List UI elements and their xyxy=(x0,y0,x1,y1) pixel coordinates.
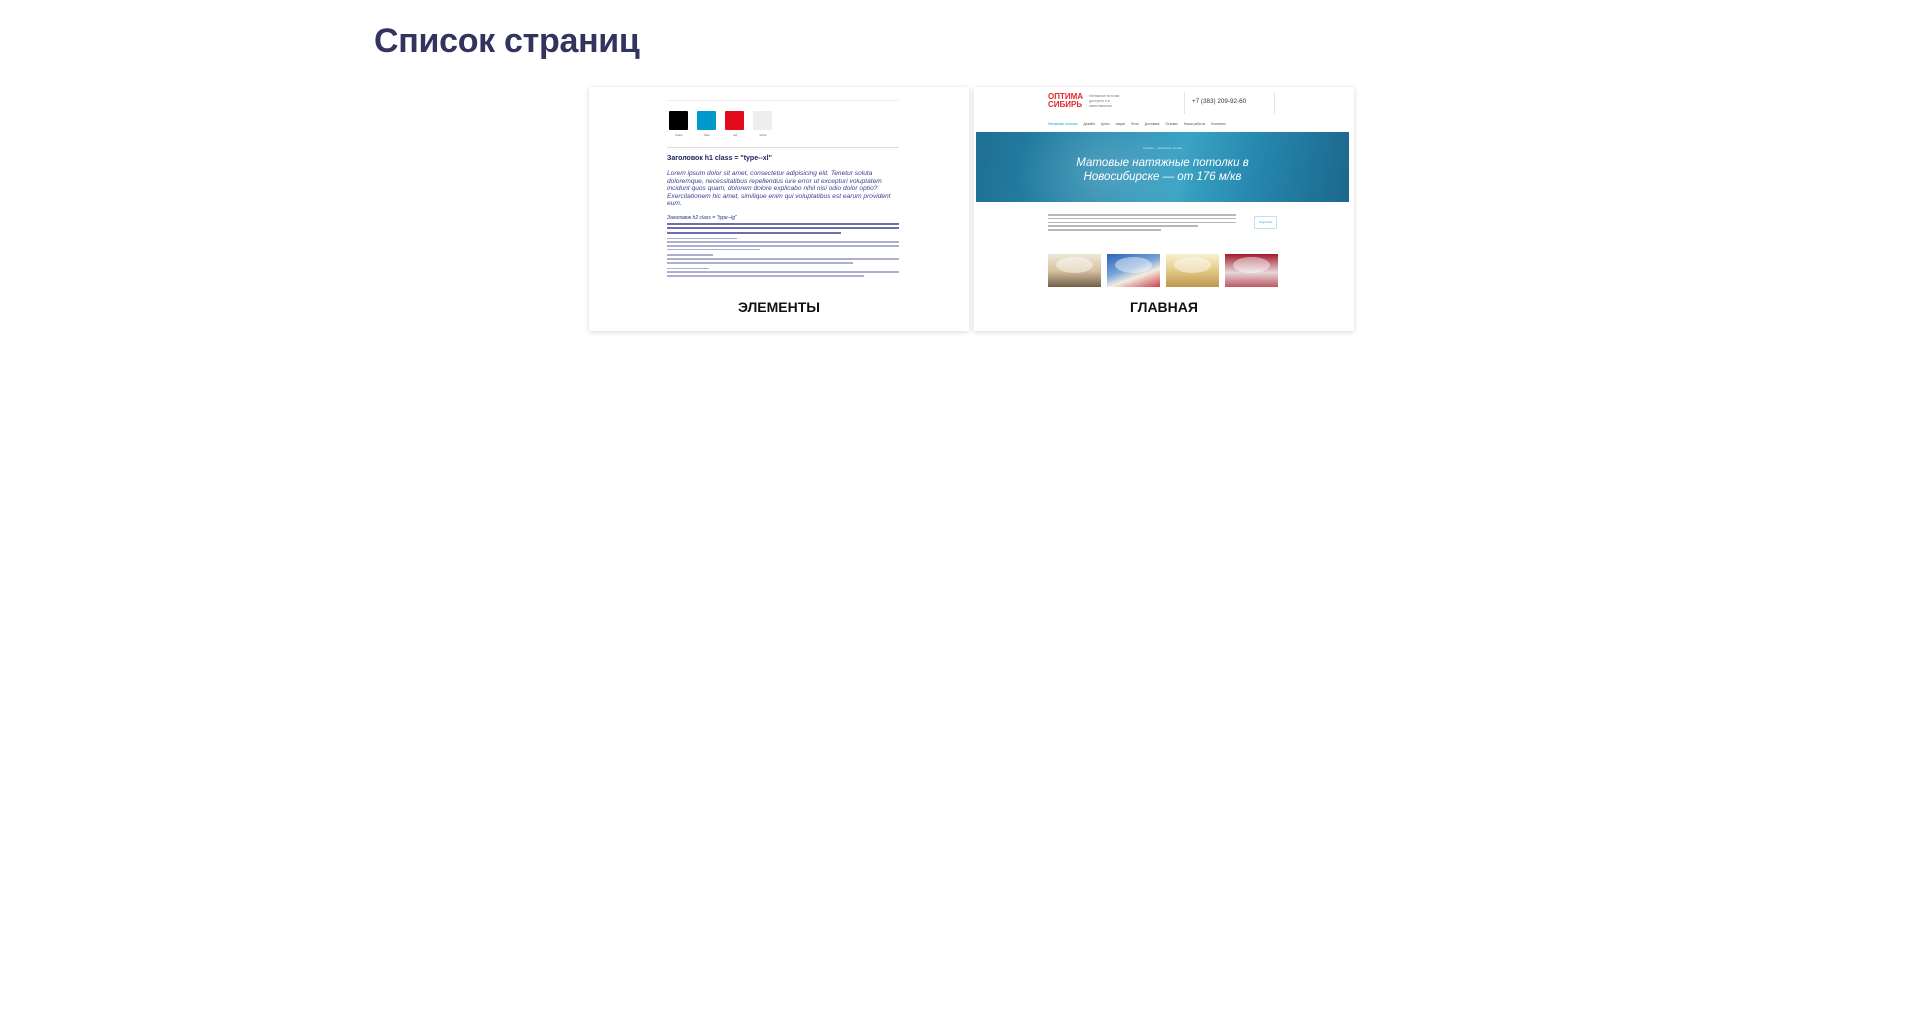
nav-item: Доставка xyxy=(1144,122,1160,126)
site-photo-gallery xyxy=(1048,254,1278,287)
swatch-label: red xyxy=(732,133,738,137)
site-nav: Натяжные потолки Дизайн Цены Акции Фото … xyxy=(1048,122,1226,126)
nav-item: Отзывы xyxy=(1165,122,1178,126)
site-phone: +7 (383) 209-92-60 xyxy=(1192,98,1247,105)
preview-text-block xyxy=(667,223,899,279)
nav-item: Натяжные потолки xyxy=(1048,122,1078,126)
divider xyxy=(667,100,899,101)
swatch-white xyxy=(753,111,772,130)
site-hero-banner: Главная — Натяжные потолки Матовые натяж… xyxy=(976,132,1349,202)
swatch: white xyxy=(753,111,773,137)
nav-item: Контакты xyxy=(1211,122,1226,126)
page-preview-elements: black blue red white Заголовок h1 class … xyxy=(589,87,969,287)
swatch-black xyxy=(669,111,688,130)
nav-item: Фото xyxy=(1131,122,1139,126)
nav-item: Наши работы xyxy=(1183,122,1206,126)
divider xyxy=(1184,92,1185,114)
swatch: black xyxy=(669,111,689,137)
swatch-label: blue xyxy=(704,133,710,137)
page-card-title: ГЛАВНАЯ xyxy=(1130,299,1198,315)
site-breadcrumb: Главная — Натяжные потолки xyxy=(1142,146,1183,150)
site-more-button: Подробнее xyxy=(1254,216,1277,229)
hero-title: Матовые натяжные потолки в Новосибирске … xyxy=(1076,157,1249,183)
site-logo: ОПТИМА СИБИРЬ xyxy=(1048,92,1084,109)
page-list: black blue red white Заголовок h1 class … xyxy=(589,87,1354,331)
gallery-photo xyxy=(1048,254,1101,287)
nav-item: Акции xyxy=(1115,122,1125,126)
divider xyxy=(1274,92,1275,114)
page-card-main[interactable]: ОПТИМА СИБИРЬ Натяжные потолки доступно … xyxy=(974,87,1354,331)
preview-heading-h2: Заголовок h2 class = "type--lg" xyxy=(667,215,737,221)
swatch-label: black xyxy=(675,133,683,137)
preview-lead-text: Lorem ipsum dolor sit amet, consectetur … xyxy=(667,170,891,208)
gallery-photo xyxy=(1166,254,1219,287)
preview-heading-h1: Заголовок h1 class = "type--xl" xyxy=(667,155,772,162)
page-preview-main: ОПТИМА СИБИРЬ Натяжные потолки доступно … xyxy=(974,87,1354,287)
swatch-label: white xyxy=(759,133,767,137)
preview-site-header: ОПТИМА СИБИРЬ Натяжные потолки доступно … xyxy=(974,87,1354,127)
swatch: red xyxy=(725,111,745,137)
gallery-photo xyxy=(1225,254,1278,287)
nav-item: Дизайн xyxy=(1083,122,1095,126)
swatch-blue xyxy=(697,111,716,130)
page-card-elements[interactable]: black blue red white Заголовок h1 class … xyxy=(589,87,969,331)
page-title: Список страниц xyxy=(374,22,640,60)
site-tagline: Натяжные потолки доступно и в качественн… xyxy=(1089,94,1120,108)
nav-item: Цены xyxy=(1100,122,1110,126)
page-card-title: ЭЛЕМЕНТЫ xyxy=(738,299,820,315)
swatch-red xyxy=(725,111,744,130)
divider xyxy=(667,147,899,148)
swatch: blue xyxy=(697,111,717,137)
color-swatches: black blue red white xyxy=(669,111,773,137)
site-intro-text xyxy=(1048,214,1236,233)
gallery-photo xyxy=(1107,254,1160,287)
